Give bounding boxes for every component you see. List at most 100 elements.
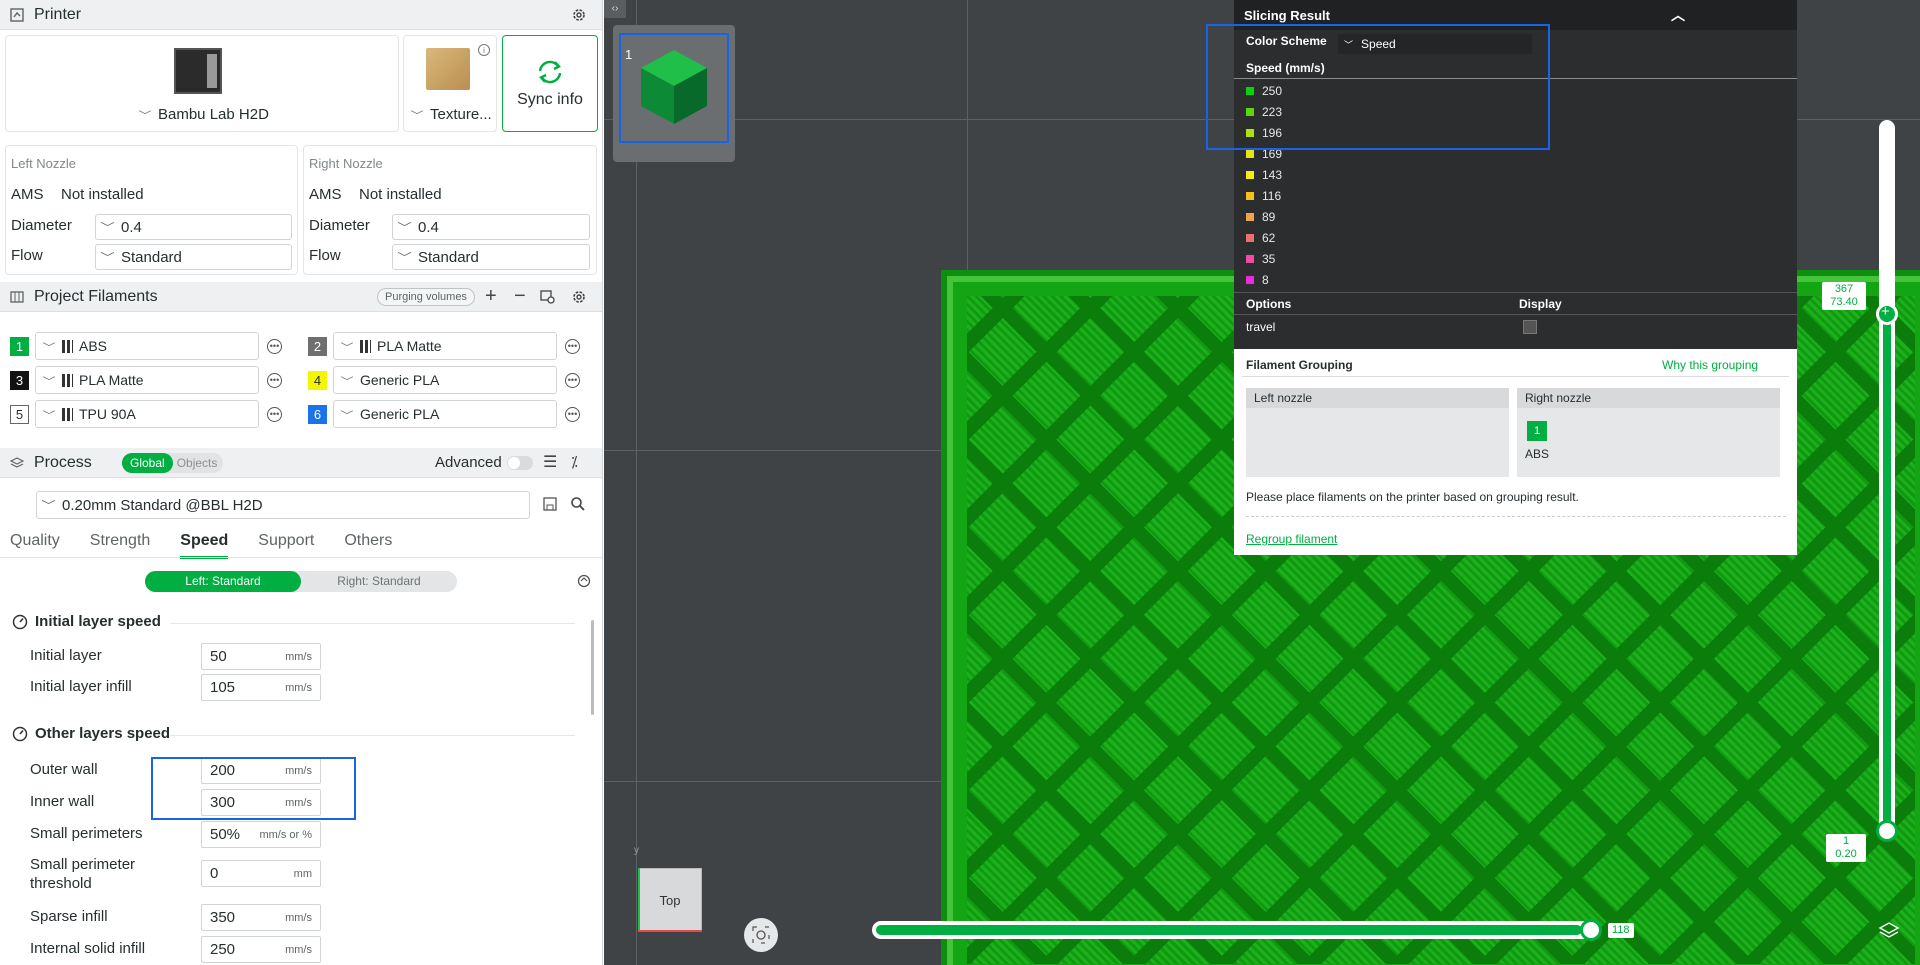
filament-dropdown[interactable]: ﹀ PLA Matte	[35, 366, 259, 394]
plate-type-selector[interactable]: i ﹀ Texture...	[403, 35, 497, 132]
global-option[interactable]: Global	[122, 453, 173, 473]
right-diameter-dropdown[interactable]: ﹀ 0.4	[392, 214, 590, 240]
more-options-icon[interactable]: •••	[565, 406, 580, 422]
tab-quality[interactable]: Quality	[10, 532, 60, 559]
layer-slider-top-handle[interactable]: +	[1876, 303, 1898, 325]
filament-dropdown[interactable]: ﹀ PLA Matte	[333, 332, 557, 360]
layers-icon	[1878, 922, 1900, 938]
filament-color-swatch[interactable]: 2	[308, 336, 327, 356]
info-icon[interactable]: i	[478, 44, 490, 56]
more-options-icon[interactable]: •••	[267, 406, 282, 422]
collapse-up-icon[interactable]: ︿	[1671, 5, 1685, 25]
left-diameter-dropdown[interactable]: ﹀ 0.4	[95, 214, 292, 240]
gear-icon[interactable]	[571, 7, 587, 23]
legend-swatch	[1246, 150, 1254, 158]
save-icon[interactable]	[543, 497, 557, 511]
filament-name: ABS	[79, 338, 108, 354]
filament-chip-1[interactable]: 1	[1527, 421, 1547, 441]
filament-color-swatch[interactable]: 4	[308, 370, 327, 390]
legend-item: 8	[1246, 273, 1269, 287]
reset-icon[interactable]	[576, 573, 592, 589]
speed-setting-value: 250	[210, 941, 236, 958]
tab-strength[interactable]: Strength	[90, 532, 150, 559]
right-ams-value: Not installed	[359, 186, 442, 203]
speed-setting-input[interactable]: 0 mm	[201, 860, 321, 887]
speed-setting-unit: mm/s	[285, 911, 312, 924]
grouping-note: Please place filaments on the printer ba…	[1246, 490, 1579, 504]
collapse-sidebar-button[interactable]: ‹›	[604, 0, 626, 18]
more-options-icon[interactable]: •••	[565, 338, 580, 354]
move-slider[interactable]	[872, 921, 1592, 939]
filament-color-swatch[interactable]: 5	[10, 404, 29, 424]
travel-checkbox[interactable]	[1523, 320, 1537, 334]
sync-filament-icon[interactable]	[540, 290, 555, 304]
fit-view-button[interactable]	[744, 918, 778, 952]
settings-sidebar: Printer ﹀ Bambu Lab H2D i ﹀ Texture... S…	[0, 0, 603, 965]
legend-value: 62	[1262, 231, 1276, 245]
legend-value: 35	[1262, 252, 1276, 266]
tab-support[interactable]: Support	[258, 532, 314, 559]
layer-slider-bottom-handle[interactable]	[1876, 820, 1898, 842]
view-cube[interactable]: Top	[638, 868, 702, 932]
speed-setting-label: Initial layer infill	[30, 678, 132, 695]
speed-setting-input[interactable]: 350 mm/s	[201, 904, 321, 931]
layer-slider[interactable]	[1879, 120, 1895, 840]
more-options-icon[interactable]: •••	[565, 372, 580, 388]
add-filament-icon[interactable]: +	[485, 285, 497, 308]
left-flow-dropdown[interactable]: ﹀ Standard	[95, 244, 292, 270]
tab-others[interactable]: Others	[344, 532, 392, 559]
initial-layer-speed-title: Initial layer speed	[35, 613, 161, 630]
nozzle-switch[interactable]: Left: Standard Right: Standard	[145, 571, 457, 592]
more-options-icon[interactable]: •••	[267, 372, 282, 388]
more-options-icon[interactable]: •••	[267, 338, 282, 354]
printer-selector[interactable]: ﹀ Bambu Lab H2D	[5, 35, 399, 132]
filament-name: PLA Matte	[79, 372, 144, 388]
list-icon[interactable]: ☰	[543, 452, 557, 472]
advanced-toggle[interactable]	[507, 456, 533, 470]
filament-color-swatch[interactable]: 3	[10, 370, 29, 390]
filament-color-swatch[interactable]: 6	[308, 404, 327, 424]
filament-dropdown[interactable]: ﹀ Generic PLA	[333, 366, 557, 394]
spool-icon	[62, 339, 73, 353]
why-grouping-link[interactable]: Why this grouping	[1662, 358, 1758, 372]
speed-setting-input[interactable]: 105 mm/s	[201, 674, 321, 701]
gauge-icon	[12, 726, 28, 742]
purging-volumes-button[interactable]: Purging volumes	[377, 288, 475, 306]
regroup-filament-link[interactable]: Regroup filament	[1246, 532, 1337, 546]
right-flow-dropdown[interactable]: ﹀ Standard	[392, 244, 590, 270]
plate-thumbnail[interactable]: 1	[613, 25, 735, 162]
process-section-header: Process Global Objects Advanced ☰ ⁒	[0, 448, 602, 478]
speed-setting-input[interactable]: 250 mm/s	[201, 936, 321, 963]
layers-icon	[10, 456, 24, 470]
process-preset-dropdown[interactable]: ﹀ 0.20mm Standard @BBL H2D	[36, 491, 530, 519]
3d-viewport[interactable]: ‹› 1 Slicing Result ︿ Color Scheme ﹀ Spe…	[604, 0, 1920, 965]
sync-info-button[interactable]: Sync info	[502, 35, 598, 132]
right-ams-label: AMS	[309, 186, 342, 203]
printer-image	[174, 48, 222, 94]
layers-view-button[interactable]	[1876, 918, 1902, 944]
filament-dropdown[interactable]: ﹀ TPU 90A	[35, 400, 259, 428]
filament-row: 4 ﹀ Generic PLA •••	[308, 366, 580, 394]
spool-icon	[62, 407, 73, 421]
compare-icon[interactable]: ⁒	[571, 453, 578, 471]
move-slider-handle[interactable]	[1580, 919, 1602, 941]
speed-setting-input[interactable]: 50 mm/s	[201, 643, 321, 670]
speed-setting-input[interactable]: 50% mm/s or %	[201, 821, 321, 848]
filament-dropdown[interactable]: ﹀ Generic PLA	[333, 400, 557, 428]
global-objects-toggle[interactable]: Global Objects	[122, 453, 223, 473]
tab-speed[interactable]: Speed	[180, 532, 229, 559]
settings-scrollbar[interactable]	[591, 620, 594, 715]
gear-icon[interactable]	[571, 289, 587, 305]
advanced-label: Advanced	[435, 454, 502, 471]
nozzle-left-option[interactable]: Left: Standard	[145, 571, 301, 592]
gauge-icon	[12, 614, 28, 630]
remove-filament-icon[interactable]: −	[514, 285, 526, 308]
filament-dropdown[interactable]: ﹀ ABS	[35, 332, 259, 360]
objects-option[interactable]: Objects	[173, 453, 222, 473]
filament-color-swatch[interactable]: 1	[10, 336, 29, 356]
nozzle-right-option[interactable]: Right: Standard	[301, 571, 457, 592]
legend-swatch	[1246, 213, 1254, 221]
y-axis-label: y	[634, 845, 639, 856]
search-icon[interactable]	[570, 496, 586, 512]
layer-bottom-label: 1 0.20	[1826, 834, 1866, 862]
